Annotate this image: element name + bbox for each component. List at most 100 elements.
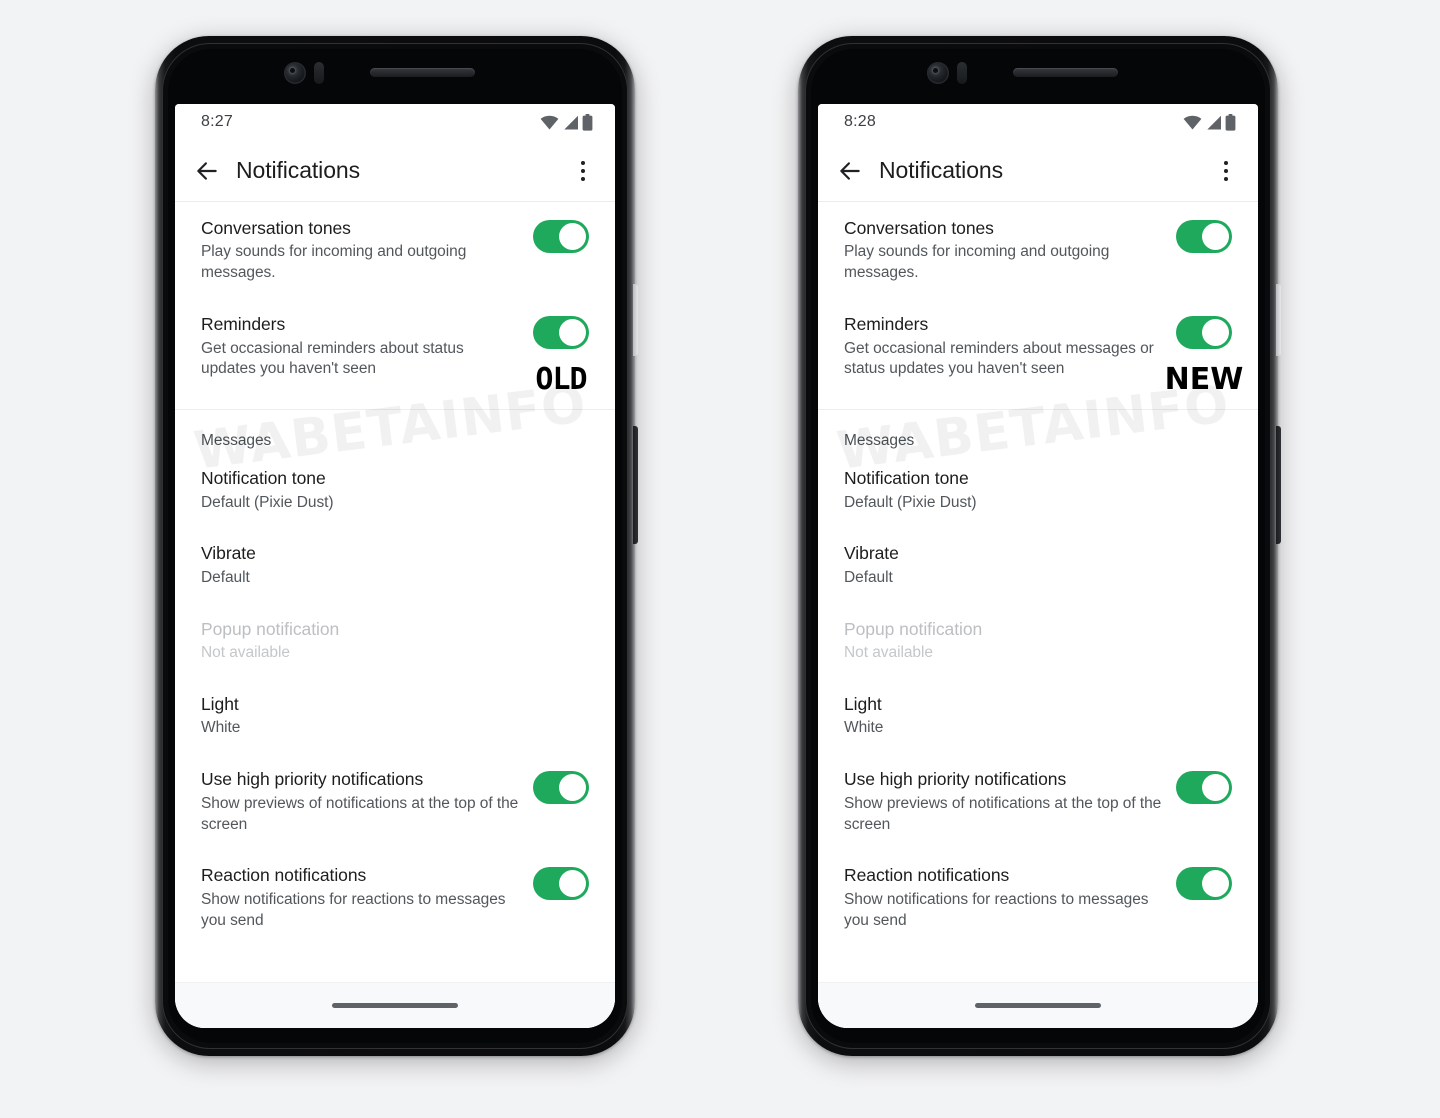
settings-group-general: Conversation tones Play sounds for incomi… [818,202,1258,409]
row-title: Light [844,693,882,714]
settings-row-reaction-notifications[interactable]: Reaction notifications Show notifications… [175,849,615,945]
wifi-icon [1183,115,1202,130]
row-title: Popup notification [844,618,983,639]
row-text-block: Notification tone Default (Pixie Dust) [201,468,529,513]
toggle-high-priority-notifications[interactable] [533,771,589,805]
power-button[interactable] [633,284,638,356]
row-title: Vibrate [201,543,256,564]
volume-rocker-button[interactable] [1276,426,1281,544]
row-control [529,769,593,805]
phone-screen: 8:27 Notifications WABETAINFO Conversation … [175,104,615,1028]
settings-group-messages: Notification tone Default (Pixie Dust) Vib… [818,452,1258,945]
row-text-block: Popup notification Not available [201,619,529,664]
toggle-conversation-tones[interactable] [1176,220,1232,253]
toggle-reaction-notifications[interactable] [1176,867,1232,901]
toggle-reminders[interactable] [533,316,589,350]
row-subtitle: Not available [201,644,290,662]
navigation-area [818,982,1258,1028]
row-text-block: Light White [201,694,529,739]
power-button[interactable] [1276,284,1281,356]
row-subtitle: Get occasional reminders about messages … [844,339,1154,378]
row-text-block: Use high priority notifications Show prev… [201,769,529,835]
row-control [529,543,593,545]
row-title: Notification tone [201,468,326,489]
row-title: Conversation tones [844,218,994,238]
back-arrow-icon[interactable] [836,157,864,185]
row-text-block: Vibrate Default [201,543,529,588]
row-subtitle: Show previews of notifications at the to… [201,794,519,833]
row-subtitle: Show previews of notifications at the to… [844,794,1162,833]
row-subtitle: Default [201,568,250,586]
row-subtitle: Play sounds for incoming and outgoing me… [201,243,467,282]
settings-row-notification-tone[interactable]: Notification tone Default (Pixie Dust) [818,452,1258,527]
volume-rocker-button[interactable] [633,426,638,544]
row-title: Notification tone [844,468,969,489]
toggle-reminders[interactable] [1176,316,1232,350]
settings-row-high-priority-notifications[interactable]: Use high priority notifications Show prev… [175,753,615,849]
row-subtitle: White [844,719,884,737]
row-text-block: Vibrate Default [844,543,1172,588]
settings-row-conversation-tones[interactable]: Conversation tones Play sounds for incomi… [175,202,615,298]
phone-device-new: 8:28 Notifications WABETAINFO Conversation … [798,36,1281,1056]
app-bar: Notifications [175,140,615,202]
section-header-messages: Messages [844,432,915,450]
status-icon-group [540,113,593,131]
gesture-bar[interactable] [332,1003,458,1008]
settings-group-messages: Notification tone Default (Pixie Dust) Vib… [175,452,615,945]
battery-icon [582,113,593,131]
toggle-thumb [559,319,586,347]
row-subtitle: Show notifications for reactions to mess… [844,890,1149,929]
toggle-conversation-tones[interactable] [533,220,589,253]
comparison-badge-old: OLD [535,362,587,398]
back-arrow-icon[interactable] [193,157,221,185]
row-subtitle: Default [844,568,893,586]
row-subtitle: Default (Pixie Dust) [844,493,977,511]
row-title: Conversation tones [201,218,351,238]
app-bar: Notifications [818,140,1258,202]
row-title: Use high priority notifications [844,769,1067,790]
settings-row-light[interactable]: Light White [175,678,615,753]
row-control [529,468,593,470]
row-control [529,218,593,253]
toggle-thumb [1202,223,1229,250]
settings-row-vibrate[interactable]: Vibrate Default [818,527,1258,602]
settings-row-high-priority-notifications[interactable]: Use high priority notifications Show prev… [818,753,1258,849]
phone-device-old: 8:27 Notifications WABETAINFO Conversation … [155,36,638,1056]
row-title: Reminders [201,314,286,335]
settings-row-light[interactable]: Light White [818,678,1258,753]
toggle-thumb [559,774,586,802]
signal-icon [1205,115,1222,130]
toggle-thumb [1202,319,1229,347]
page-title: Notifications [879,157,1003,183]
battery-icon [1225,113,1236,131]
section-header-messages: Messages [201,432,272,450]
settings-row-reaction-notifications[interactable]: Reaction notifications Show notifications… [818,849,1258,945]
gesture-bar[interactable] [975,1003,1101,1008]
toggle-thumb [559,870,586,898]
row-control [1172,543,1236,545]
row-title: Reminders [844,314,929,335]
row-control [1172,865,1236,901]
row-title: Vibrate [844,543,899,564]
status-clock: 8:27 [201,113,233,130]
settings-row-vibrate[interactable]: Vibrate Default [175,527,615,602]
row-text-block: Conversation tones Play sounds for incomi… [201,218,529,284]
overflow-menu-icon[interactable] [571,157,595,185]
toggle-reaction-notifications[interactable] [533,867,589,901]
overflow-menu-icon[interactable] [1214,157,1238,185]
settings-row-reminders[interactable]: Reminders Get occasional reminders about … [818,298,1258,409]
comparison-badge-new: NEW [1164,362,1244,398]
row-text-block: Conversation tones Play sounds for incomi… [844,218,1172,284]
settings-row-notification-tone[interactable]: Notification tone Default (Pixie Dust) [175,452,615,527]
status-bar: 8:27 [175,104,615,140]
row-subtitle: White [201,719,241,737]
row-text-block: Use high priority notifications Show prev… [844,769,1172,835]
row-control [1172,468,1236,470]
toggle-thumb [1202,870,1229,898]
settings-row-reminders[interactable]: Reminders Get occasional reminders about … [175,298,615,409]
settings-row-conversation-tones[interactable]: Conversation tones Play sounds for incomi… [818,202,1258,298]
status-icon-group [1183,113,1236,131]
toggle-high-priority-notifications[interactable] [1176,771,1232,805]
row-subtitle: Get occasional reminders about status up… [201,339,464,378]
row-control [529,694,593,696]
